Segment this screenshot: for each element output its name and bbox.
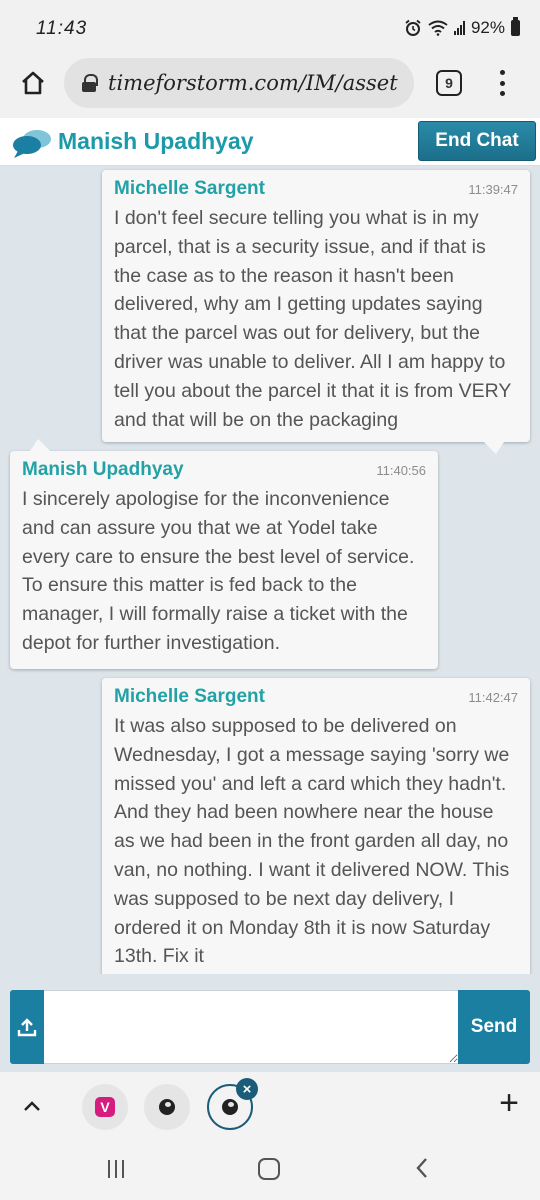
- battery-percent: 92%: [470, 18, 505, 37]
- status-bar: 11:43 92%: [0, 0, 540, 56]
- chevron-up-icon: [24, 1101, 40, 1111]
- tab-bar-expand-button[interactable]: [20, 1094, 44, 1118]
- message-sender: Michelle Sargent: [114, 686, 265, 707]
- message-text: I sincerely apologise for the inconvenie…: [22, 488, 415, 654]
- message-list[interactable]: Michelle Sargent 11:39:47 I don't feel s…: [0, 166, 540, 974]
- home-icon: [22, 71, 44, 95]
- lock-icon: [82, 74, 98, 92]
- chat-bubbles-icon: [13, 130, 51, 158]
- nav-home-button[interactable]: [258, 1158, 280, 1180]
- signal-icon: [453, 21, 465, 35]
- battery-icon: [511, 17, 520, 36]
- system-nav-bar: [0, 1140, 540, 1200]
- message-input[interactable]: [44, 990, 458, 1064]
- message-sender: Manish Upadhyay: [22, 459, 184, 480]
- browser-toolbar: timeforstorm.com/IM/asset 9: [0, 56, 540, 118]
- alarm-icon: [405, 19, 421, 36]
- chat-header: Manish Upadhyay End Chat: [0, 118, 540, 166]
- tab-switcher-button[interactable]: 9: [436, 70, 462, 96]
- end-chat-button[interactable]: End Chat: [418, 121, 536, 161]
- status-icons: 92%: [404, 17, 520, 38]
- address-bar[interactable]: timeforstorm.com/IM/asset: [64, 58, 414, 108]
- chevron-left-icon: [416, 1158, 427, 1178]
- message-bubble: Manish Upadhyay 11:40:56 I sincerely apo…: [10, 439, 438, 669]
- message-bubble: Michelle Sargent 11:39:47 I don't feel s…: [102, 170, 530, 454]
- globe-icon: [159, 1099, 175, 1115]
- message-time: 11:39:47: [468, 182, 518, 197]
- url-text: timeforstorm.com/IM/asset: [108, 71, 398, 95]
- new-tab-button[interactable]: +: [494, 1086, 524, 1120]
- tab-thumbnail-v[interactable]: V: [82, 1084, 128, 1130]
- message-bubble: Michelle Sargent 11:42:47 It was also su…: [102, 678, 530, 974]
- more-menu-button[interactable]: [492, 68, 512, 98]
- upload-icon: [17, 1018, 37, 1037]
- browser-tab-bar: V × +: [0, 1072, 540, 1140]
- upload-button[interactable]: [10, 990, 44, 1064]
- wifi-icon: [428, 20, 448, 36]
- home-button[interactable]: [16, 66, 50, 100]
- recent-apps-button[interactable]: [108, 1160, 124, 1178]
- status-time: 11:43: [36, 18, 88, 39]
- back-button[interactable]: [410, 1156, 434, 1180]
- message-text: I don't feel secure telling you what is …: [114, 207, 512, 431]
- send-button[interactable]: Send: [458, 990, 530, 1064]
- message-time: 11:42:47: [468, 690, 518, 705]
- message-text: It was also supposed to be delivered on …: [114, 715, 510, 968]
- close-tab-icon[interactable]: ×: [236, 1078, 258, 1100]
- message-time: 11:40:56: [376, 463, 426, 478]
- tab-thumbnail[interactable]: [144, 1084, 190, 1130]
- globe-icon: [222, 1099, 238, 1115]
- v-app-icon: V: [95, 1097, 115, 1117]
- composer: Send: [0, 974, 540, 1072]
- message-sender: Michelle Sargent: [114, 178, 265, 199]
- agent-name: Manish Upadhyay: [58, 128, 254, 154]
